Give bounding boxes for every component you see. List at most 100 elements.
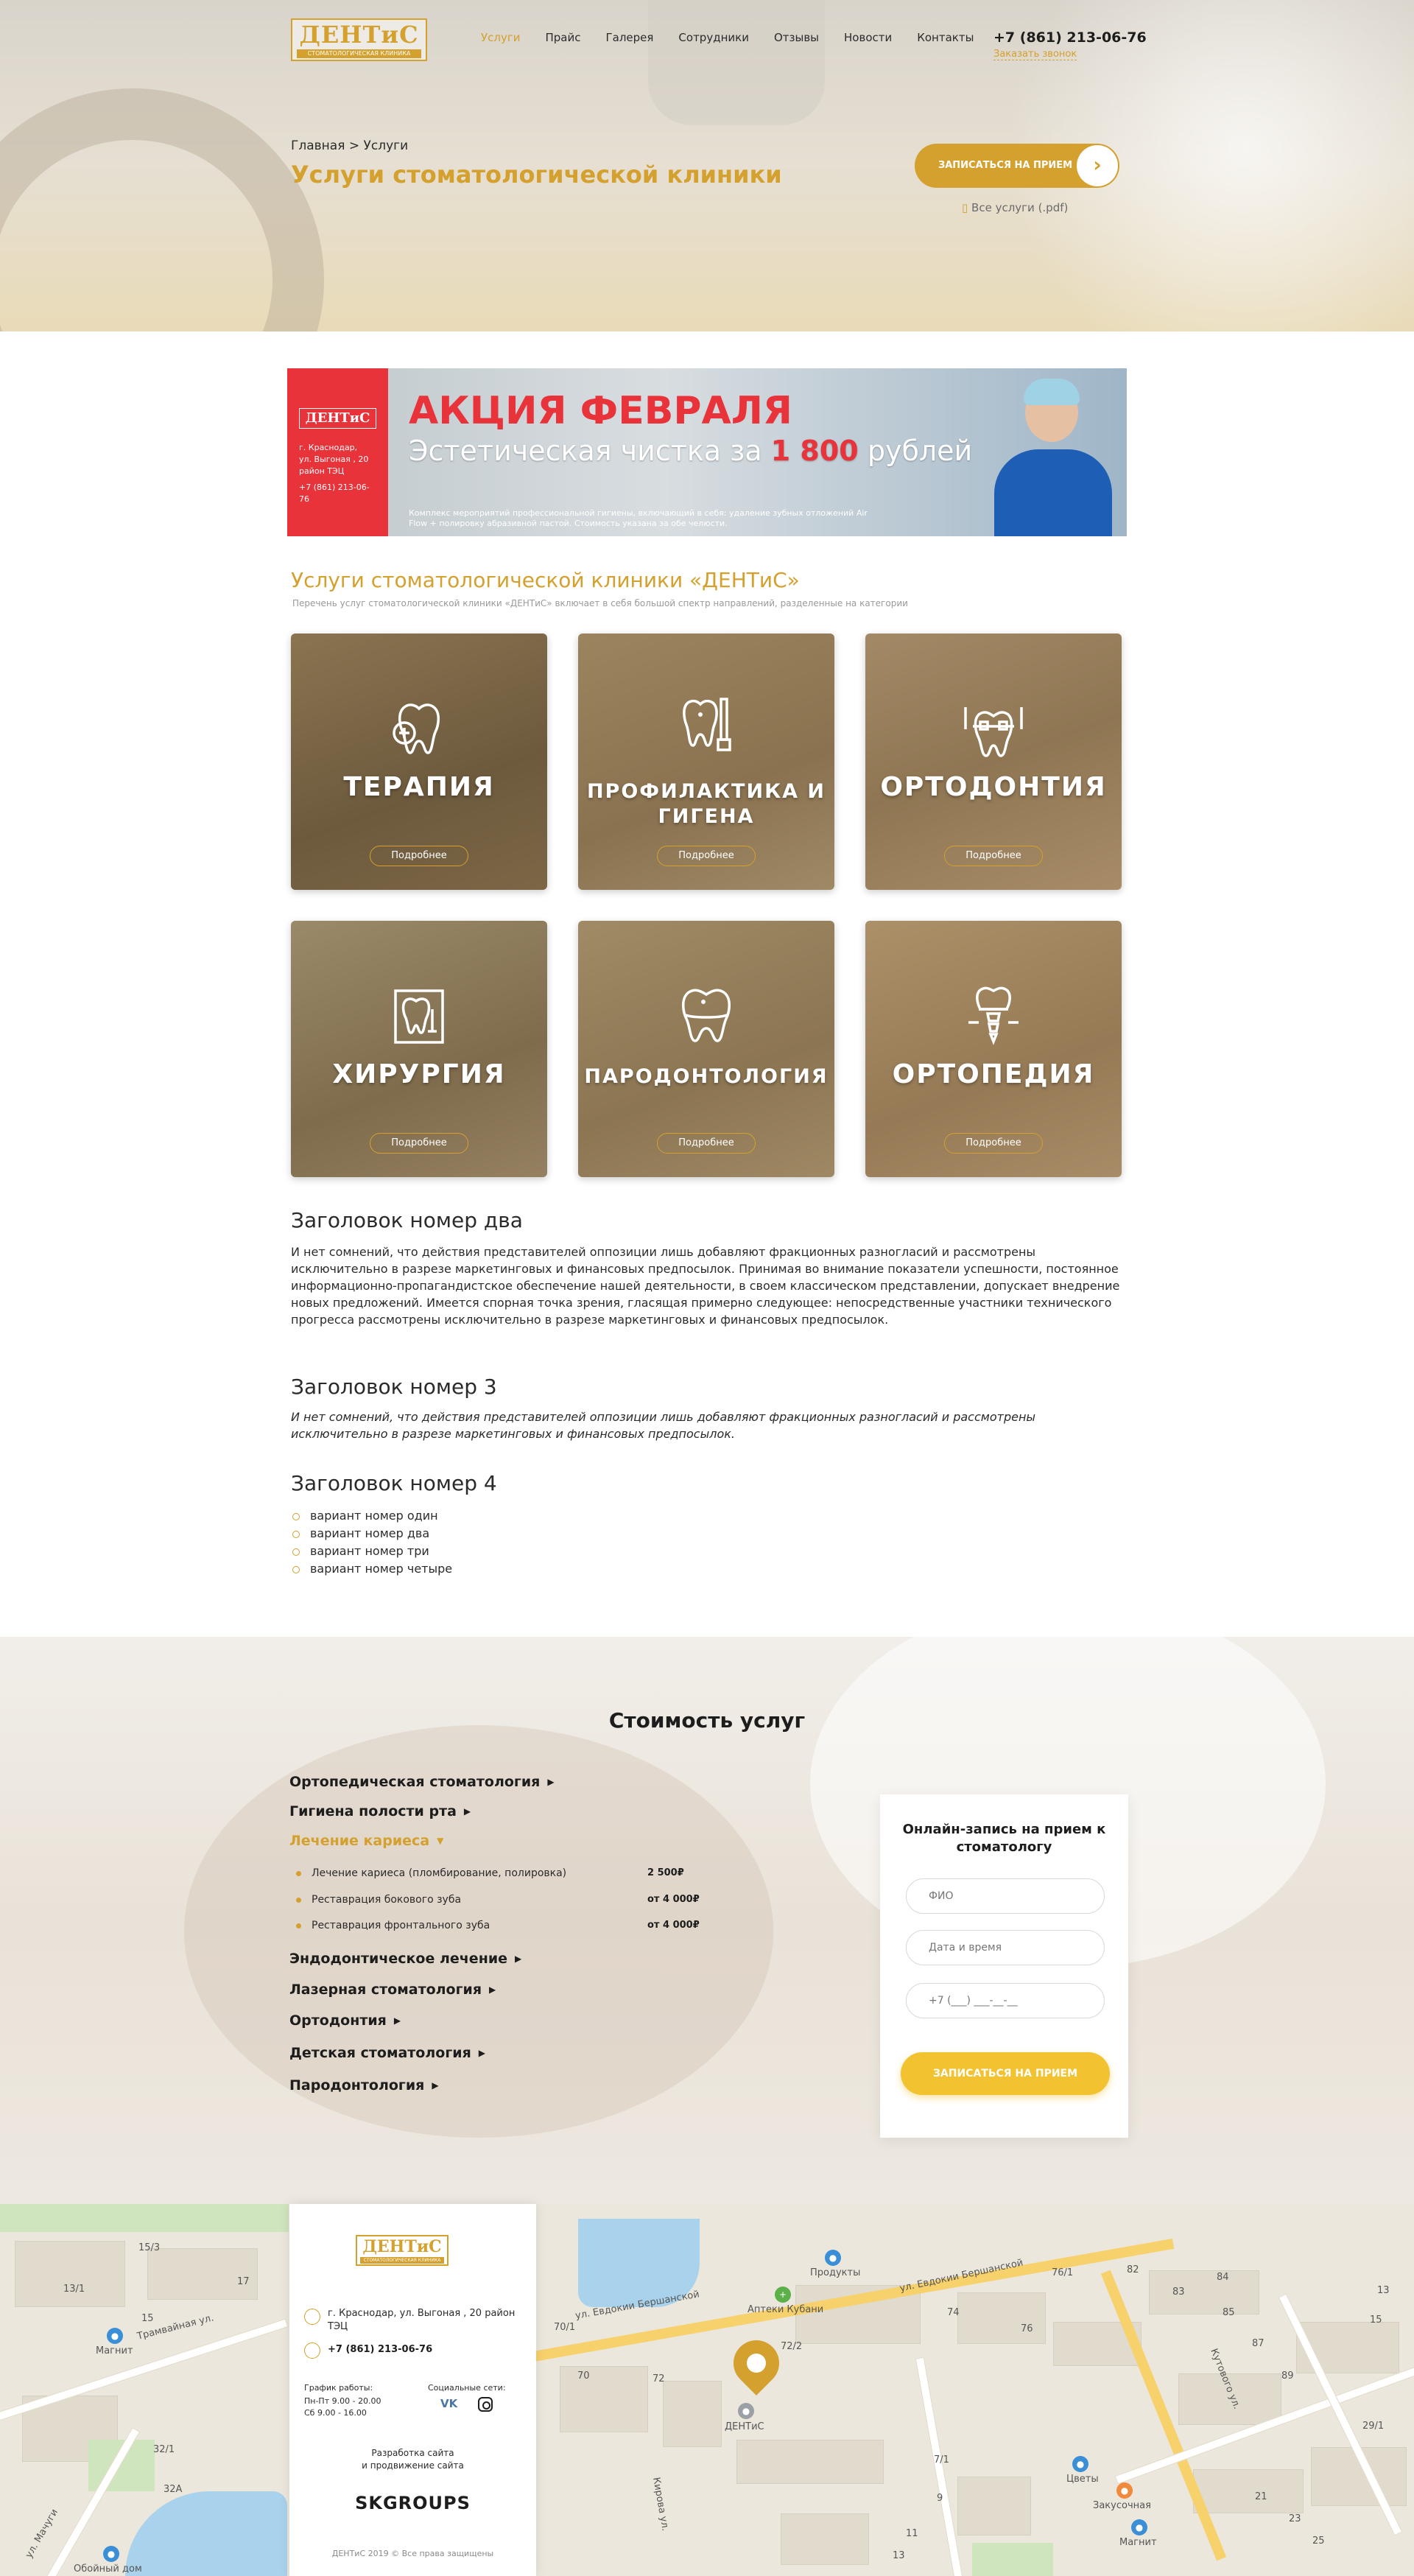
header-phone[interactable]: +7 (861) 213-06-76: [993, 29, 1147, 46]
pdf-download-link[interactable]: ▯ Все услуги (.pdf): [962, 201, 1068, 214]
promo-banner[interactable]: ДЕНТиС г. Краснодар, ул. Выгоная , 20 ра…: [287, 368, 1127, 536]
developer-credit: Разработка сайта и продвижение сайта: [362, 2448, 464, 2471]
more-button[interactable]: Подробнее: [944, 846, 1043, 866]
triangle-right-icon: ▶: [393, 2015, 401, 2026]
phone-icon: [304, 2342, 320, 2359]
service-card-therapy[interactable]: ТЕРАПИЯ Подробнее: [291, 634, 547, 890]
nav-link-gallery[interactable]: Галерея: [605, 31, 653, 44]
instagram-icon[interactable]: [478, 2397, 493, 2412]
food-pin-icon[interactable]: ●: [1116, 2482, 1133, 2499]
price-category[interactable]: Гигиена полости рта ▶: [289, 1803, 471, 1819]
doctor-photo: [994, 379, 1112, 536]
more-button[interactable]: Подробнее: [370, 846, 468, 866]
services-title: Услуги стоматологической клиники «ДЕНТиС…: [291, 568, 800, 592]
triangle-right-icon: ▶: [478, 2048, 486, 2058]
price-item: Реставрация бокового зуба: [295, 1894, 461, 1906]
triangle-right-icon: ▶: [489, 1984, 496, 1995]
breadcrumb-home[interactable]: Главная: [291, 138, 345, 153]
clinic-marker-icon[interactable]: ●: [738, 2403, 754, 2419]
price-category[interactable]: Ортопедическая стоматология ▶: [289, 1774, 555, 1790]
pharmacy-pin-icon[interactable]: +: [775, 2287, 791, 2303]
location-pin-icon: [304, 2309, 320, 2325]
price-category[interactable]: Эндодонтическое лечение ▶: [289, 1951, 521, 1967]
content-heading-2: Заголовок номер два: [291, 1208, 523, 1232]
prices-title: Стоимость услуг: [608, 1708, 806, 1733]
nav-link-staff[interactable]: Сотрудники: [678, 31, 749, 44]
tooth-gum-icon: [682, 989, 731, 1042]
social-title: Социальные сети:: [428, 2383, 506, 2393]
list-item: вариант номер два: [291, 1525, 452, 1543]
tooth-implant-icon: [968, 986, 1019, 1045]
breadcrumb: Главная > Услуги: [291, 138, 409, 153]
toothbrush-icon: [683, 698, 731, 751]
list-item: вариант номер три: [291, 1543, 452, 1560]
nav-link-reviews[interactable]: Отзывы: [774, 31, 819, 44]
triangle-right-icon: ▶: [547, 1777, 555, 1787]
clinic-location-pin-icon[interactable]: [724, 2331, 789, 2396]
tooth-surgery-icon: [394, 989, 444, 1044]
footer-address: г. Краснодар, ул. Выгоная , 20 район ТЭЦ: [328, 2308, 516, 2332]
date-field[interactable]: [906, 1930, 1105, 1965]
pdf-file-icon: ▯: [962, 201, 968, 214]
dental-lamp-photo: [648, 0, 825, 125]
content-heading-3: Заголовок номер 3: [291, 1375, 497, 1399]
shop-pin-icon[interactable]: ●: [825, 2250, 841, 2266]
price-category[interactable]: Ортодонтия ▶: [289, 2012, 401, 2029]
braces-icon: [964, 707, 1023, 757]
vk-icon[interactable]: VK: [440, 2397, 457, 2410]
more-button[interactable]: Подробнее: [657, 1133, 756, 1154]
service-card-orthodontics[interactable]: ОРТОДОНТИЯ Подробнее: [865, 634, 1122, 890]
content-list: вариант номер один вариант номер два вар…: [291, 1507, 452, 1578]
price-category[interactable]: Лазерная стоматология ▶: [289, 1982, 496, 1998]
price-category[interactable]: Детская стоматология ▶: [289, 2045, 485, 2061]
nav-link-contacts[interactable]: Контакты: [917, 31, 974, 44]
appointment-form: Онлайн-запись на прием к стоматологу ЗАП…: [880, 1794, 1128, 2138]
content-paragraph: И нет сомнений, что действия представите…: [291, 1245, 1120, 1327]
nav-link-price[interactable]: Прайс: [545, 31, 580, 44]
shop-pin-icon[interactable]: ●: [103, 2546, 119, 2562]
shop-pin-icon[interactable]: ●: [1072, 2456, 1088, 2472]
promo-note: Комплекс мероприятий профессиональной ги…: [409, 508, 868, 528]
content-paragraph-italic: И нет сомнений, что действия представите…: [291, 1410, 1036, 1441]
form-title: Онлайн-запись на прием к стоматологу: [902, 1822, 1106, 1855]
nav-link-news[interactable]: Новости: [844, 31, 892, 44]
clinic-map-label: ДЕНТиС: [725, 2421, 764, 2432]
name-field[interactable]: [906, 1878, 1105, 1914]
map[interactable]: Трамвайная ул. ул. Евдокии Бершанской ул…: [0, 2204, 1414, 2576]
schedule-title: График работы:: [304, 2383, 373, 2393]
price-item: Реставрация фронтального зуба: [295, 1920, 490, 1931]
developer-logo[interactable]: SKGROUPS: [289, 2493, 536, 2513]
price-value: от 4 000₽: [647, 1894, 700, 1905]
service-card-surgery[interactable]: ХИРУРГИЯ Подробнее: [291, 921, 547, 1177]
more-button[interactable]: Подробнее: [370, 1133, 468, 1154]
submit-appointment-button[interactable]: ЗАПИСАТЬСЯ НА ПРИЕМ: [901, 2052, 1110, 2095]
service-card-orthopedics[interactable]: ОРТОПЕДИЯ Подробнее: [865, 921, 1122, 1177]
footer-phone[interactable]: +7 (861) 213-06-76: [328, 2344, 432, 2355]
services-subtitle: Перечень услуг стоматологической клиники…: [292, 598, 908, 608]
service-card-prophylaxis[interactable]: ПРОФИЛАКТИКА И ГИГЕНА Подробнее: [578, 634, 834, 890]
callback-link[interactable]: Заказать звонок: [993, 49, 1077, 60]
footer-logo[interactable]: ДЕНТиС СТОМАТОЛОГИЧЕСКАЯ КЛИНИКА: [356, 2235, 449, 2266]
service-card-periodontology[interactable]: ПАРОДОНТОЛОГИЯ Подробнее: [578, 921, 834, 1177]
nav-link-services[interactable]: Услуги: [481, 31, 520, 44]
main-nav: Услуги Прайс Галерея Сотрудники Отзывы Н…: [481, 31, 999, 44]
price-category[interactable]: Пародонтология ▶: [289, 2077, 439, 2094]
list-item: вариант номер один: [291, 1507, 452, 1525]
chevron-right-icon: ›: [1077, 145, 1118, 186]
price-value: 2 500₽: [647, 1867, 684, 1878]
site-logo[interactable]: ДЕНТиС СТОМАТОЛОГИЧЕСКАЯ КЛИНИКА: [291, 18, 427, 61]
tooth-shield-icon: [393, 703, 440, 754]
price-category-open[interactable]: Лечение кариеса ▼: [289, 1833, 443, 1849]
phone-field[interactable]: [906, 1983, 1105, 2018]
shop-pin-icon[interactable]: ●: [107, 2328, 123, 2344]
appointment-button[interactable]: ЗАПИСАТЬСЯ НА ПРИЕМ ›: [915, 144, 1119, 188]
page-title: Услуги стоматологической клиники: [291, 161, 782, 189]
triangle-right-icon: ▶: [515, 1954, 522, 1964]
copyright: ДЕНТиС 2019 © Все права защищены: [331, 2549, 494, 2558]
more-button[interactable]: Подробнее: [944, 1133, 1043, 1154]
promo-subtitle: Эстетическая чистка за 1 800 рублей: [409, 435, 973, 467]
shop-pin-icon[interactable]: ●: [1131, 2519, 1147, 2535]
footer-contact-card: ДЕНТиС СТОМАТОЛОГИЧЕСКАЯ КЛИНИКА г. Крас…: [289, 2204, 536, 2576]
more-button[interactable]: Подробнее: [657, 846, 756, 866]
content-heading-4: Заголовок номер 4: [291, 1471, 497, 1495]
